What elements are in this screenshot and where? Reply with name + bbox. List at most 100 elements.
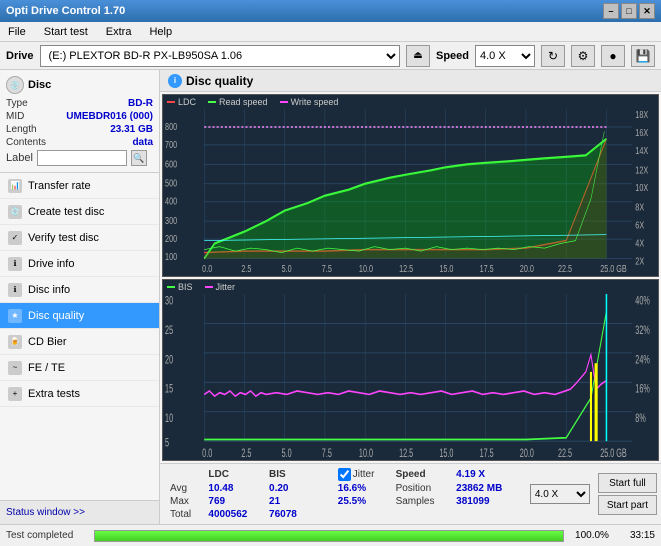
svg-text:8%: 8% xyxy=(635,412,646,425)
menu-bar: File Start test Extra Help xyxy=(0,22,661,42)
save-button[interactable]: 💾 xyxy=(631,45,655,67)
max-label: Max xyxy=(166,496,202,507)
ldc-legend-dot xyxy=(167,101,175,103)
svg-text:25.0 GB: 25.0 GB xyxy=(600,447,627,458)
window-controls: – □ ✕ xyxy=(603,3,655,19)
disc-contents-value: data xyxy=(132,137,153,148)
max-bis: 21 xyxy=(265,496,310,507)
legend-ldc: LDC xyxy=(167,97,196,107)
disc-type-label: Type xyxy=(6,98,28,109)
svg-text:2.5: 2.5 xyxy=(241,447,251,458)
write-speed-legend-dot xyxy=(280,101,288,103)
svg-text:7.5: 7.5 xyxy=(322,447,332,458)
sidebar-item-disc-info[interactable]: ℹ Disc info xyxy=(0,277,159,303)
svg-text:25: 25 xyxy=(165,324,173,337)
svg-text:22.5: 22.5 xyxy=(558,447,572,458)
max-ldc: 769 xyxy=(204,496,263,507)
refresh-button[interactable]: ↻ xyxy=(541,45,565,67)
sidebar-item-create-test-disc-label: Create test disc xyxy=(28,206,104,218)
drive-select[interactable]: (E:) PLEXTOR BD-R PX-LB950SA 1.06 xyxy=(40,45,400,67)
test-speed-select[interactable]: 4.0 X xyxy=(530,484,590,504)
transfer-rate-icon: 📊 xyxy=(8,179,22,193)
sidebar-item-disc-quality-label: Disc quality xyxy=(28,310,84,322)
sidebar-item-drive-info[interactable]: ℹ Drive info xyxy=(0,251,159,277)
panel-icon: i xyxy=(168,74,182,88)
svg-text:800: 800 xyxy=(165,121,177,133)
eject-button[interactable]: ⏏ xyxy=(406,45,430,67)
menu-file[interactable]: File xyxy=(4,24,30,40)
chart-ldc-svg: 800 700 600 500 400 300 200 100 18X 16X … xyxy=(163,109,658,274)
svg-text:5.0: 5.0 xyxy=(282,263,292,274)
legend-read-speed: Read speed xyxy=(208,97,268,107)
record-button[interactable]: ● xyxy=(601,45,625,67)
menu-extra[interactable]: Extra xyxy=(102,24,136,40)
minimize-button[interactable]: – xyxy=(603,3,619,19)
sidebar-item-verify-test-disc[interactable]: ✓ Verify test disc xyxy=(0,225,159,251)
svg-text:100: 100 xyxy=(165,251,177,263)
samples-label: Samples xyxy=(392,496,451,507)
svg-text:15: 15 xyxy=(165,382,173,395)
main-layout: 💿 Disc Type BD-R MID UMEBDR016 (000) Len… xyxy=(0,70,661,524)
disc-contents-row: Contents data xyxy=(6,137,153,148)
sidebar-item-verify-test-disc-label: Verify test disc xyxy=(28,232,99,244)
speed-select[interactable]: 4.0 X xyxy=(475,45,535,67)
disc-label-input[interactable] xyxy=(37,150,127,166)
svg-text:40%: 40% xyxy=(635,294,650,307)
max-jitter: 25.5% xyxy=(334,496,390,507)
start-part-button[interactable]: Start part xyxy=(598,495,657,515)
total-ldc: 4000562 xyxy=(204,509,263,520)
start-full-button[interactable]: Start full xyxy=(598,473,657,493)
sidebar-item-extra-tests[interactable]: + Extra tests xyxy=(0,381,159,407)
svg-text:17.5: 17.5 xyxy=(480,263,494,274)
jitter-checkbox[interactable] xyxy=(338,468,351,481)
disc-label-search-button[interactable]: 🔍 xyxy=(131,150,147,166)
sidebar-item-disc-quality[interactable]: ★ Disc quality xyxy=(0,303,159,329)
disc-icon: 💿 xyxy=(6,76,24,94)
create-test-disc-icon: 💿 xyxy=(8,205,22,219)
charts-area: LDC Read speed Write speed xyxy=(160,92,661,463)
menu-start-test[interactable]: Start test xyxy=(40,24,92,40)
svg-text:10.0: 10.0 xyxy=(359,263,373,274)
close-button[interactable]: ✕ xyxy=(639,3,655,19)
app-title: Opti Drive Control 1.70 xyxy=(6,5,125,17)
jitter-legend-label: Jitter xyxy=(216,282,236,292)
svg-text:5: 5 xyxy=(165,436,169,449)
chart-ldc-legend: LDC Read speed Write speed xyxy=(163,95,658,109)
speed-label: Speed xyxy=(436,50,469,62)
menu-help[interactable]: Help xyxy=(145,24,176,40)
drive-label: Drive xyxy=(6,50,34,62)
bis-legend-label: BIS xyxy=(178,282,193,292)
sidebar-item-create-test-disc[interactable]: 💿 Create test disc xyxy=(0,199,159,225)
svg-text:600: 600 xyxy=(165,158,177,170)
disc-contents-label: Contents xyxy=(6,137,46,148)
jitter-label: Jitter xyxy=(353,469,375,480)
sidebar-item-fe-te[interactable]: ~ FE / TE xyxy=(0,355,159,381)
svg-text:700: 700 xyxy=(165,139,177,151)
svg-text:18X: 18X xyxy=(635,109,648,120)
maximize-button[interactable]: □ xyxy=(621,3,637,19)
svg-text:22.5: 22.5 xyxy=(558,263,572,274)
svg-text:400: 400 xyxy=(165,195,177,207)
sidebar-status-button[interactable]: Status window >> xyxy=(0,500,159,524)
disc-info-icon: ℹ xyxy=(8,283,22,297)
disc-mid-label: MID xyxy=(6,111,24,122)
sidebar: 💿 Disc Type BD-R MID UMEBDR016 (000) Len… xyxy=(0,70,160,524)
time-display: 33:15 xyxy=(620,530,655,541)
disc-quality-icon: ★ xyxy=(8,309,22,323)
content-area: i Disc quality LDC Read speed xyxy=(160,70,661,524)
sidebar-item-cd-bier[interactable]: 🍺 CD Bier xyxy=(0,329,159,355)
read-speed-legend-dot xyxy=(208,101,216,103)
svg-text:20.0: 20.0 xyxy=(520,447,534,458)
svg-text:25.0 GB: 25.0 GB xyxy=(600,263,626,274)
disc-mid-row: MID UMEBDR016 (000) xyxy=(6,111,153,122)
sidebar-item-disc-info-label: Disc info xyxy=(28,284,70,296)
status-text: Test completed xyxy=(6,530,86,541)
settings-button[interactable]: ⚙ xyxy=(571,45,595,67)
svg-text:8X: 8X xyxy=(635,201,644,213)
total-label: Total xyxy=(166,509,202,520)
disc-mid-value: UMEBDR016 (000) xyxy=(66,111,153,122)
disc-type-value: BD-R xyxy=(128,98,153,109)
cd-bier-icon: 🍺 xyxy=(8,335,22,349)
sidebar-item-extra-tests-label: Extra tests xyxy=(28,388,80,400)
sidebar-item-transfer-rate[interactable]: 📊 Transfer rate xyxy=(0,173,159,199)
